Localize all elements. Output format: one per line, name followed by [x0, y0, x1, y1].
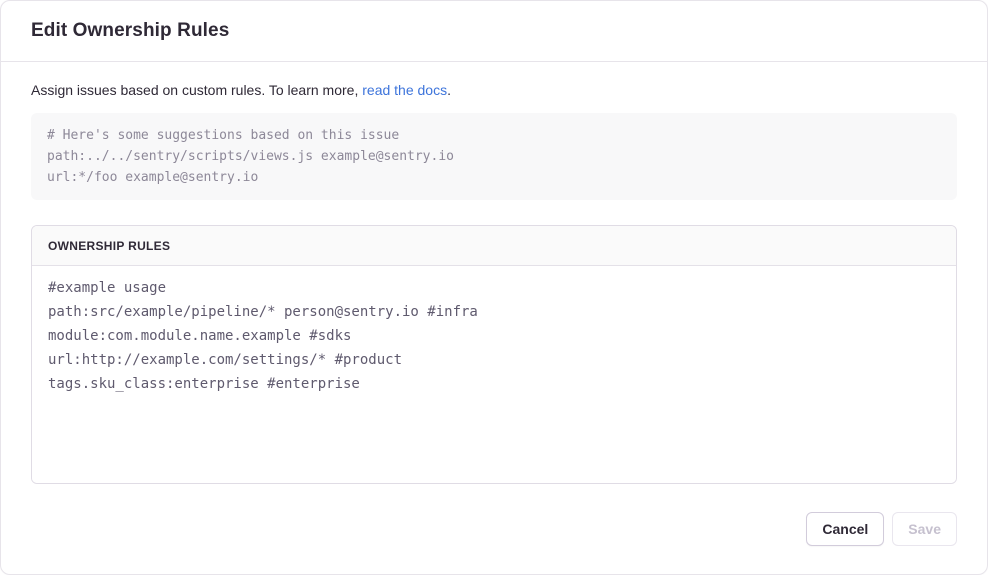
read-the-docs-link[interactable]: read the docs [362, 82, 447, 98]
description: Assign issues based on custom rules. To … [31, 80, 957, 100]
modal-title: Edit Ownership Rules [31, 20, 229, 42]
description-text: Assign issues based on custom rules. To … [31, 82, 358, 98]
description-suffix: . [447, 82, 451, 98]
modal-header: Edit Ownership Rules [1, 1, 987, 62]
ownership-rules-label: OWNERSHIP RULES [48, 239, 170, 253]
cancel-button[interactable]: Cancel [806, 512, 884, 546]
ownership-rules-panel: OWNERSHIP RULES #example usage path:src/… [31, 225, 957, 484]
modal-body: Assign issues based on custom rules. To … [1, 62, 987, 512]
ownership-rules-panel-header: OWNERSHIP RULES [32, 226, 956, 266]
suggestions-code-block: # Here's some suggestions based on this … [31, 113, 957, 200]
modal-footer: Cancel Save [1, 512, 987, 574]
save-button[interactable]: Save [892, 512, 957, 546]
ownership-rules-textarea[interactable]: #example usage path:src/example/pipeline… [32, 266, 956, 483]
edit-ownership-rules-modal: Edit Ownership Rules Assign issues based… [0, 0, 988, 575]
